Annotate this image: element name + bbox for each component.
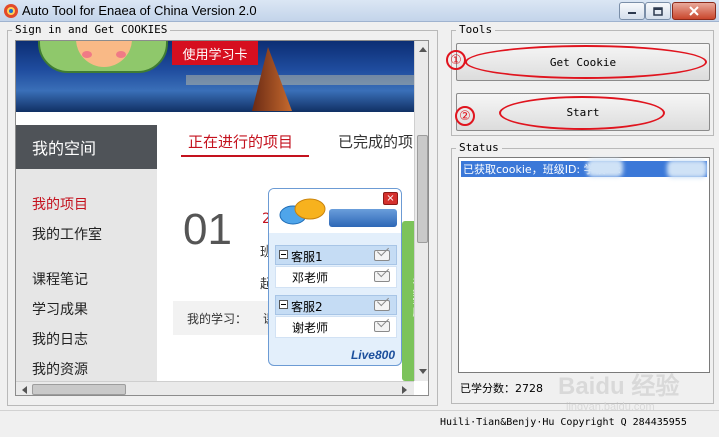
my-space-title: 我的空间	[16, 125, 157, 169]
sidebar-item-course-notes[interactable]: 课程笔记	[32, 269, 88, 289]
project-number: 01	[183, 205, 232, 254]
mail-icon[interactable]	[374, 300, 390, 311]
sidebar-item-my-projects[interactable]: 我的项目	[32, 194, 88, 214]
service-member-row[interactable]: 邓老师	[275, 266, 397, 288]
use-study-card-button[interactable]: 使用学习卡	[172, 41, 258, 65]
maximize-icon	[653, 6, 663, 16]
scroll-up-icon[interactable]	[416, 42, 428, 56]
sign-in-group-label: Sign in and Get COOKIES	[12, 23, 171, 36]
tab-completed-projects[interactable]: 已完成的项	[338, 131, 413, 152]
service-group-1[interactable]: 客服1	[275, 245, 397, 265]
redaction-blur	[667, 160, 707, 178]
annotation-ellipse-1	[465, 45, 707, 79]
chat-bubbles-icon	[279, 198, 326, 225]
live800-logo: Live800	[350, 348, 395, 362]
maximize-button[interactable]	[645, 2, 671, 20]
collapse-icon[interactable]	[279, 300, 288, 309]
browser-vertical-scrollbar[interactable]	[414, 41, 428, 381]
service-member-row[interactable]: 谢老师	[275, 316, 397, 338]
service-group-2[interactable]: 客服2	[275, 295, 397, 315]
scroll-left-icon[interactable]	[17, 383, 31, 395]
sidebar-nav: 我的项目 我的工作室 课程笔记 学习成果 我的日志 我的资源	[16, 169, 157, 395]
horizontal-scroll-thumb[interactable]	[32, 384, 126, 395]
status-bar: Huili·Tian&Benjy·Hu Copyright Q 28443595…	[0, 410, 719, 437]
banner-sea-light	[186, 75, 414, 85]
tools-group-label: Tools	[456, 23, 496, 36]
baidu-jingyan-watermark: Baidu 经验 jingyan.baidu.com	[558, 372, 679, 413]
close-icon[interactable]: ×	[383, 192, 398, 205]
service-group-2-label: 客服2	[291, 300, 323, 314]
close-icon	[689, 6, 699, 16]
collapse-icon[interactable]	[279, 250, 288, 259]
status-group-label: Status	[456, 141, 502, 154]
live800-header-bar	[329, 209, 397, 227]
annotation-ellipse-2	[499, 96, 665, 130]
sidebar-item-my-studio[interactable]: 我的工作室	[32, 224, 102, 244]
mail-icon[interactable]	[374, 271, 390, 282]
live800-header: ×	[269, 189, 401, 233]
sidebar-item-study-results[interactable]: 学习成果	[32, 299, 88, 319]
sidebar-item-my-journal[interactable]: 我的日志	[32, 329, 88, 349]
close-button[interactable]	[672, 2, 716, 20]
minimize-button[interactable]	[619, 2, 645, 20]
score-display: 已学分数：2728	[460, 380, 543, 396]
annotation-number-1: ①	[446, 50, 466, 70]
app-icon	[4, 4, 18, 18]
tab-ongoing-projects[interactable]: 正在进行的项目	[188, 131, 293, 152]
scroll-right-icon[interactable]	[398, 383, 412, 395]
score-value: 2728	[515, 382, 543, 395]
my-study-label: 我的学习：	[187, 312, 248, 326]
tab-active-underline	[181, 155, 309, 157]
live800-chat-widget: × 客服1 邓老师 客服2 谢老师 Live800	[268, 188, 402, 366]
service-group-1-label: 客服1	[291, 250, 323, 264]
annotation-number-2: ②	[455, 106, 475, 126]
web-banner: 使用学习卡	[16, 41, 414, 112]
browser-horizontal-scrollbar[interactable]	[16, 381, 414, 395]
title-bar: Auto Tool for Enaea of China Version 2.0	[0, 0, 719, 22]
svg-text:Baidu 经验: Baidu 经验	[558, 372, 679, 400]
banner-mascot-image	[38, 41, 168, 73]
minimize-icon	[628, 12, 636, 14]
mail-icon[interactable]	[374, 250, 390, 261]
status-log-list[interactable]: 已获取cookie，班级ID: 学校ID:	[458, 157, 710, 373]
sidebar-item-my-resources[interactable]: 我的资源	[32, 359, 88, 379]
window-title: Auto Tool for Enaea of China Version 2.0	[22, 3, 257, 18]
vertical-scroll-thumb[interactable]	[417, 135, 428, 243]
mail-icon[interactable]	[374, 321, 390, 332]
redaction-blur	[587, 159, 623, 177]
copyright-text: Huili·Tian&Benjy·Hu Copyright Q 28443595…	[440, 417, 687, 428]
score-label: 已学分数：	[460, 382, 515, 395]
service-member-name: 邓老师	[292, 271, 329, 285]
scroll-down-icon[interactable]	[416, 365, 428, 379]
service-member-name: 谢老师	[292, 321, 329, 335]
